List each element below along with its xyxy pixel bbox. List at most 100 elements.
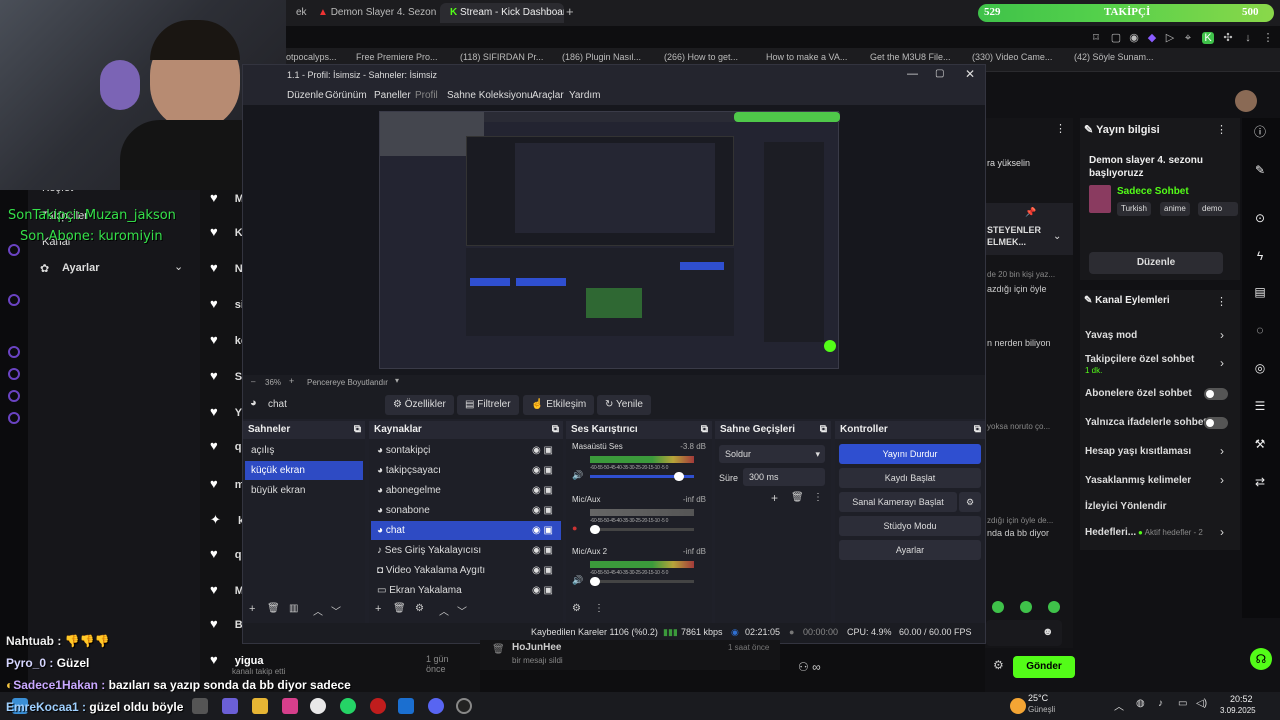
bookmark-item[interactable]: (42) Söyle Sunam... [1074, 52, 1154, 62]
menu-dots-icon[interactable]: ⋮ [813, 492, 823, 503]
followers-only-item[interactable]: Takipçilere özel sohbet [1085, 354, 1194, 365]
dock-float-icon[interactable]: ⧉ [820, 421, 827, 439]
bookmark-item[interactable]: otpocalyps... [286, 52, 337, 62]
fit-to-window-dropdown[interactable]: Pencereye Boyutlandır [307, 378, 388, 387]
menu-scene-collection[interactable]: Sahne Koleksiyonu [447, 90, 533, 101]
play-icon[interactable] [8, 294, 20, 306]
mixer-settings-icon[interactable]: ⚙ [572, 603, 581, 614]
chat-input[interactable]: ☻ [986, 620, 1062, 646]
account-age-item[interactable]: Hesap yaşı kısıtlaması [1085, 446, 1191, 457]
source-item[interactable]: ◕ abonegelme ◉ ▣ [371, 481, 561, 500]
eye-lock-icon[interactable]: ◉ ▣ [532, 461, 553, 480]
browser-tab-kick-dashboard[interactable]: K Stream - Kick Dashboard [440, 3, 564, 23]
move-down-icon[interactable]: ﹀ [457, 603, 467, 618]
puzzle-icon[interactable]: ✣ [1222, 32, 1234, 44]
gear-icon[interactable]: ⚙ [959, 492, 981, 512]
scene-item[interactable]: büyük ekran [245, 481, 363, 500]
chrome-icon[interactable] [310, 698, 326, 714]
home-icon[interactable] [8, 244, 20, 256]
menu-edit[interactable]: Düzenle [287, 90, 324, 101]
network-icon[interactable]: ▭ [1178, 698, 1187, 709]
settings-button[interactable]: Ayarlar [839, 540, 981, 560]
scene-item-selected[interactable]: küçük ekran [245, 461, 363, 480]
emote-icon[interactable] [1020, 601, 1032, 613]
chat-tools-icon[interactable]: ⚇ ∞ [798, 660, 821, 674]
studio-mode-button[interactable]: Stüdyo Modu [839, 516, 981, 536]
eye-lock-icon[interactable]: ◉ ▣ [532, 581, 553, 600]
twitch-icon[interactable]: ◆ [1146, 32, 1158, 44]
avatar[interactable] [1235, 90, 1257, 112]
target-icon[interactable]: ⊙ [1252, 210, 1268, 226]
bookmark-item[interactable]: (118) SIFIRDAN Pr... [460, 52, 543, 62]
viewer-redirect-item[interactable]: İzleyici Yönlendir [1085, 501, 1167, 512]
volume-icon[interactable]: ◁) [1196, 698, 1207, 709]
duration-spinbox[interactable]: 300 ms [743, 468, 825, 486]
slow-mode-item[interactable]: Yavaş mod [1085, 330, 1137, 341]
taskbar-app-icon[interactable] [192, 698, 208, 714]
source-item[interactable]: ▭ Ekran Yakalama ◉ ▣ [371, 581, 561, 600]
dock-float-icon[interactable]: ⧉ [552, 421, 559, 439]
emoji-icon[interactable]: ☻ [1042, 626, 1054, 638]
dock-float-icon[interactable]: ⧉ [974, 421, 981, 439]
start-virtual-camera-button[interactable]: Sanal Kamerayı Başlat [839, 492, 957, 512]
eye-lock-icon[interactable]: ◉ ▣ [532, 501, 553, 520]
bookmark-item[interactable]: Free Premiere Pro... [356, 52, 438, 62]
source-item[interactable]: ♪ Ses Giriş Yakalayıcısı ◉ ▣ [371, 541, 561, 560]
discord-icon[interactable] [428, 698, 444, 714]
refresh-button[interactable]: ↻ Yenile [597, 395, 651, 415]
source-item[interactable]: ◕ sontakipçi ◉ ▣ [371, 441, 561, 460]
move-up-icon[interactable]: ︿ [313, 603, 323, 618]
interact-button[interactable]: ☝ Etkileşim [523, 395, 595, 415]
chevron-down-icon[interactable]: ▾ [395, 376, 399, 385]
volume-slider[interactable] [590, 525, 694, 534]
speaker-icon[interactable]: 🔊 [572, 575, 583, 586]
microphone-icon[interactable]: ♪ [1158, 698, 1163, 709]
lock-icon[interactable] [8, 390, 20, 402]
gear-icon[interactable] [8, 412, 20, 424]
banned-words-item[interactable]: Yasaklanmış kelimeler [1085, 475, 1191, 486]
chevron-down-icon[interactable]: ⌄ [174, 260, 183, 273]
edit-button[interactable]: Düzenle [1089, 252, 1223, 274]
bookmark-item[interactable]: How to make a VA... [766, 52, 847, 62]
play-icon[interactable]: ▷ [1164, 32, 1176, 44]
download-icon[interactable]: ↓ [1242, 32, 1254, 44]
eye-lock-icon[interactable]: ◉ ▣ [532, 561, 553, 580]
obs-preview[interactable] [243, 105, 985, 375]
emote-icon[interactable] [1048, 601, 1060, 613]
tray-chevron-icon[interactable]: ︿ [1114, 698, 1124, 713]
trash-icon[interactable]: 🗑 [791, 492, 804, 503]
clipboard-icon[interactable]: ▤ [1252, 284, 1268, 300]
menu-docks[interactable]: Paneller [374, 90, 411, 101]
trash-icon[interactable]: 🗑 [267, 603, 280, 614]
stop-streaming-button[interactable]: Yayını Durdur [839, 444, 981, 464]
sidebar-item-settings[interactable]: Ayarlar [62, 262, 100, 274]
whatsapp-icon[interactable] [340, 698, 356, 714]
filter-icon[interactable]: ▥ [289, 603, 298, 614]
menu-profile[interactable]: Profil [415, 90, 438, 101]
shield-icon[interactable] [8, 346, 20, 358]
list-icon[interactable]: ☰ [1252, 398, 1268, 414]
move-up-icon[interactable]: ︿ [439, 603, 449, 618]
subs-only-toggle[interactable] [1204, 388, 1228, 400]
transition-select[interactable]: Soldur ▾ [719, 445, 825, 463]
chevron-right-icon[interactable]: › [1220, 525, 1224, 539]
camera-icon[interactable]: ◉ [1128, 32, 1140, 44]
volume-slider[interactable] [590, 577, 694, 586]
folder-icon[interactable] [252, 698, 268, 714]
extension-icon[interactable]: ▢ [1110, 32, 1122, 44]
add-source-button[interactable]: + [375, 603, 381, 615]
arrows-icon[interactable]: ⇄ [1252, 474, 1268, 490]
add-transition-button[interactable]: + [771, 491, 778, 505]
dock-float-icon[interactable]: ⧉ [701, 421, 708, 439]
goals-item[interactable]: Hedefleri... [1085, 527, 1136, 538]
browser-tab-demon-slayer[interactable]: ▲ Demon Slayer 4. Sezon 5 [308, 3, 438, 23]
kick-extension-icon[interactable]: K [1202, 32, 1214, 44]
source-item[interactable]: ◘ Video Yakalama Aygıtı ◉ ▣ [371, 561, 561, 580]
eye-lock-icon[interactable]: ◉ ▣ [532, 481, 553, 500]
menu-dots-icon[interactable]: ⋮ [1262, 32, 1274, 44]
taskbar-app-icon[interactable] [222, 698, 238, 714]
menu-dots-icon[interactable]: ⋮ [594, 603, 604, 614]
properties-button[interactable]: ⚙ Özellikler [385, 395, 454, 415]
speaker-icon[interactable]: 🔊 [572, 470, 583, 481]
scene-item[interactable]: açılış [245, 441, 363, 460]
